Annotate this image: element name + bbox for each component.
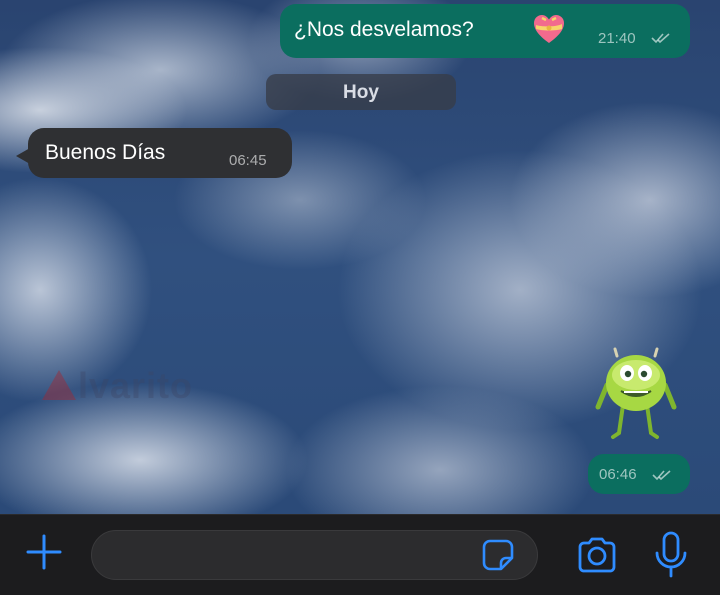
message-text: ¿Nos desvelamos? xyxy=(294,18,474,41)
message-input[interactable] xyxy=(110,541,474,571)
date-separator-label: Hoy xyxy=(343,82,379,103)
mike-wazowski-sticker[interactable] xyxy=(595,345,677,440)
message-time: 06:46 xyxy=(599,466,637,483)
heart-with-ribbon-icon xyxy=(534,15,564,43)
message-input-box[interactable] xyxy=(91,530,538,580)
watermark-text: lvarito xyxy=(78,365,194,406)
message-outgoing-sticker-time[interactable]: 06:46 xyxy=(588,454,690,494)
date-separator: Hoy xyxy=(266,74,456,110)
sticker-icon[interactable] xyxy=(481,538,515,572)
message-time: 06:45 xyxy=(229,152,267,169)
message-time: 21:40 xyxy=(598,30,636,47)
watermark: lvarito xyxy=(42,365,193,407)
watermark-logo-icon xyxy=(42,370,76,400)
message-outgoing[interactable]: ¿Nos desvelamos? 21:40 xyxy=(280,4,690,58)
double-check-icon xyxy=(652,470,671,481)
message-text: Buenos Días xyxy=(45,141,166,164)
microphone-icon[interactable] xyxy=(652,530,690,580)
chat-wallpaper: lvarito ¿Nos desvelamos? 21:40 Hoy Bueno… xyxy=(0,0,720,514)
camera-icon[interactable] xyxy=(575,535,619,575)
message-incoming[interactable]: Buenos Días 06:45 xyxy=(28,128,292,178)
double-check-icon xyxy=(651,33,670,44)
plus-icon[interactable] xyxy=(24,532,64,572)
